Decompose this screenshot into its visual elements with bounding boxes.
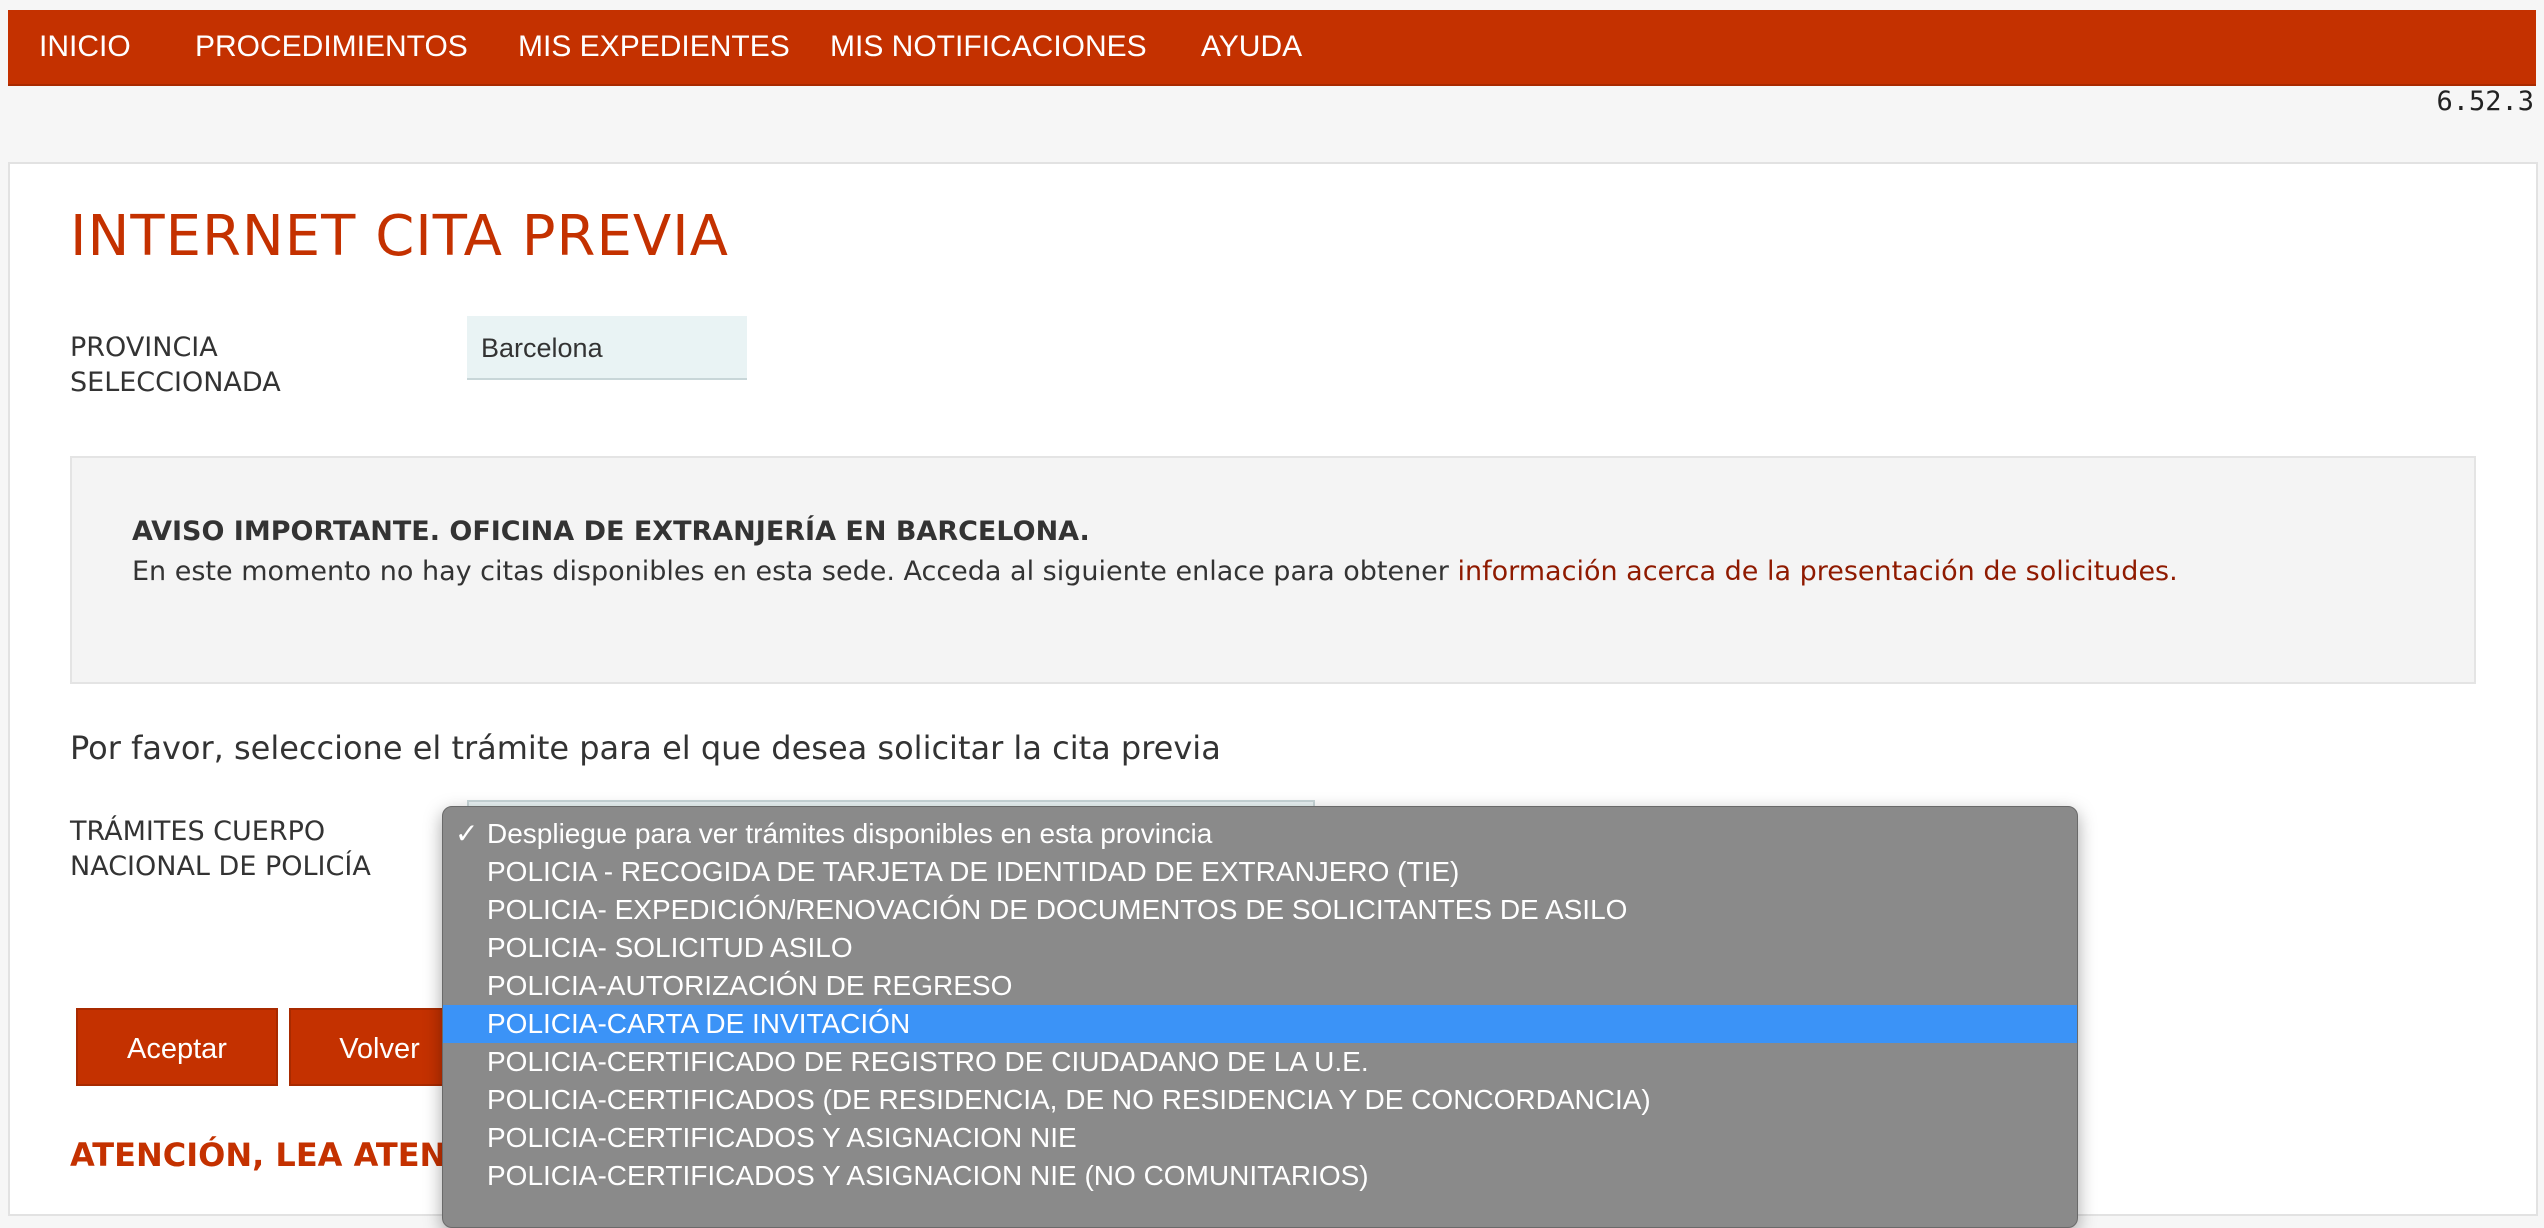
option-label: POLICIA-CERTIFICADOS (DE RESIDENCIA, DE … xyxy=(487,1084,1651,1115)
attention-heading: ATENCIÓN, LEA ATENT xyxy=(70,1136,469,1174)
option-label: POLICIA-CERTIFICADO DE REGISTRO DE CIUDA… xyxy=(487,1046,1369,1077)
option-label: POLICIA-CERTIFICADOS Y ASIGNACION NIE (N… xyxy=(487,1160,1369,1191)
option-label: POLICIA-CERTIFICADOS Y ASIGNACION NIE xyxy=(487,1122,1077,1153)
option-label: POLICIA-CARTA DE INVITACIÓN xyxy=(487,1008,911,1039)
nav-ayuda[interactable]: AYUDA xyxy=(1201,10,1302,84)
nav-inicio[interactable]: INICIO xyxy=(39,10,131,84)
notice-period: . xyxy=(2169,556,2178,587)
notice-title: AVISO IMPORTANTE. OFICINA DE EXTRANJERÍA… xyxy=(132,516,1090,547)
nav-procedimientos[interactable]: PROCEDIMIENTOS xyxy=(195,10,468,84)
dropdown-option[interactable]: ✓ Despliegue para ver trámites disponibl… xyxy=(443,815,2077,853)
province-label: PROVINCIA SELECCIONADA xyxy=(70,330,281,400)
option-label: POLICIA- EXPEDICIÓN/RENOVACIÓN DE DOCUME… xyxy=(487,894,1628,925)
nav-mis-notificaciones[interactable]: MIS NOTIFICACIONES xyxy=(830,10,1147,84)
province-label-line-2: SELECCIONADA xyxy=(70,367,281,398)
notice-box: AVISO IMPORTANTE. OFICINA DE EXTRANJERÍA… xyxy=(70,456,2476,684)
tramites-label: TRÁMITES CUERPO NACIONAL DE POLICÍA xyxy=(70,814,371,884)
dropdown-option[interactable]: POLICIA-CERTIFICADOS (DE RESIDENCIA, DE … xyxy=(443,1081,2077,1119)
nav-mis-expedientes[interactable]: MIS EXPEDIENTES xyxy=(518,10,790,84)
version-label: 6.52.3 xyxy=(2436,86,2534,117)
option-label: POLICIA-AUTORIZACIÓN DE REGRESO xyxy=(487,970,1013,1001)
notice-text: En este momento no hay citas disponibles… xyxy=(132,556,2178,587)
dropdown-option[interactable]: POLICIA - RECOGIDA DE TARJETA DE IDENTID… xyxy=(443,853,2077,891)
tramites-label-line-2: NACIONAL DE POLICÍA xyxy=(70,851,371,882)
option-label: Despliegue para ver trámites disponibles… xyxy=(487,818,1213,849)
dropdown-option[interactable]: POLICIA-CERTIFICADOS Y ASIGNACION NIE xyxy=(443,1119,2077,1157)
option-label: POLICIA- SOLICITUD ASILO xyxy=(487,932,853,963)
dropdown-option[interactable]: POLICIA- EXPEDICIÓN/RENOVACIÓN DE DOCUME… xyxy=(443,891,2077,929)
option-label: POLICIA - RECOGIDA DE TARJETA DE IDENTID… xyxy=(487,856,1460,887)
top-navbar: INICIO PROCEDIMIENTOS MIS EXPEDIENTES MI… xyxy=(8,10,2536,86)
dropdown-option[interactable]: POLICIA-AUTORIZACIÓN DE REGRESO xyxy=(443,967,2077,1005)
page-title: INTERNET CITA PREVIA xyxy=(70,204,729,269)
dropdown-option[interactable]: POLICIA-CERTIFICADO DE REGISTRO DE CIUDA… xyxy=(443,1043,2077,1081)
select-instructions: Por favor, seleccione el trámite para el… xyxy=(70,729,1221,767)
province-value: Barcelona xyxy=(467,316,747,380)
province-label-line-1: PROVINCIA xyxy=(70,332,218,363)
notice-info-link[interactable]: información acerca de la presentación de… xyxy=(1457,556,2169,587)
dropdown-option[interactable]: POLICIA-CERTIFICADOS Y ASIGNACION NIE (N… xyxy=(443,1157,2077,1195)
tramites-dropdown-list[interactable]: ✓ Despliegue para ver trámites disponibl… xyxy=(442,806,2078,1228)
notice-body: En este momento no hay citas disponibles… xyxy=(132,556,1458,587)
accept-button[interactable]: Aceptar xyxy=(76,1008,278,1086)
dropdown-option-highlighted[interactable]: POLICIA-CARTA DE INVITACIÓN xyxy=(443,1005,2077,1043)
dropdown-option[interactable]: POLICIA- SOLICITUD ASILO xyxy=(443,929,2077,967)
tramites-label-line-1: TRÁMITES CUERPO xyxy=(70,816,326,847)
checkmark-icon: ✓ xyxy=(455,818,479,849)
